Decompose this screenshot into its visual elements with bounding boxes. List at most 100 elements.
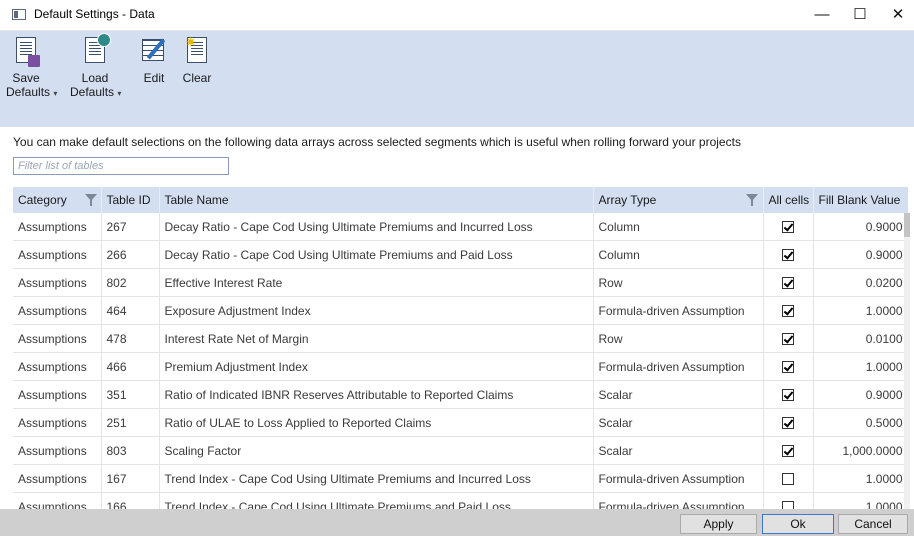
table-name-cell: Decay Ratio - Cape Cod Using Ultimate Pr… bbox=[159, 213, 594, 241]
all-cells-cell bbox=[763, 464, 814, 493]
table-id-cell: 266 bbox=[101, 240, 160, 269]
fill-blank-value-cell[interactable]: 0.5000 bbox=[813, 408, 908, 437]
all-cells-cell bbox=[763, 408, 814, 437]
table-name-cell: Ratio of ULAE to Loss Applied to Reporte… bbox=[159, 408, 594, 437]
all-cells-checkbox[interactable] bbox=[782, 305, 794, 318]
save-defaults-icon bbox=[12, 35, 40, 67]
table-name-cell: Ratio of Indicated IBNR Reserves Attribu… bbox=[159, 380, 594, 409]
apply-button[interactable]: Apply bbox=[680, 514, 757, 534]
category-filter-icon[interactable] bbox=[85, 194, 97, 206]
all-cells-checkbox[interactable] bbox=[782, 445, 794, 458]
column-header-all-cells[interactable]: All cells bbox=[763, 187, 814, 213]
table-row[interactable]: Assumptions 464 Exposure Adjustment Index F… bbox=[13, 296, 908, 325]
all-cells-cell bbox=[763, 352, 814, 381]
all-cells-cell bbox=[763, 492, 814, 509]
table-name-cell: Interest Rate Net of Margin bbox=[159, 324, 594, 353]
table-row[interactable]: Assumptions 166 Trend Index - Cape Cod Usi… bbox=[13, 492, 908, 509]
table-name-cell: Trend Index - Cape Cod Using Ultimate Pr… bbox=[159, 464, 594, 493]
table-row[interactable]: Assumptions 167 Trend Index - Cape Cod Usi… bbox=[13, 464, 908, 493]
column-header-table-id[interactable]: Table ID bbox=[101, 187, 160, 213]
fill-blank-value-cell[interactable]: 0.0200 bbox=[813, 268, 908, 297]
column-header-category[interactable]: Category bbox=[13, 187, 102, 213]
table-id-cell: 464 bbox=[101, 296, 160, 325]
app-window-icon bbox=[12, 9, 26, 20]
clear-label: Clear bbox=[182, 71, 212, 85]
category-header-label: Category bbox=[18, 193, 67, 207]
fill-blank-value-cell[interactable]: 1,000.0000 bbox=[813, 436, 908, 465]
table-id-cell: 267 bbox=[101, 213, 160, 241]
all-cells-cell bbox=[763, 268, 814, 297]
scrollbar-thumb[interactable] bbox=[904, 213, 910, 237]
save-dropdown-caret-icon[interactable]: ▾ bbox=[53, 89, 57, 98]
table-name-cell: Scaling Factor bbox=[159, 436, 594, 465]
fill-blank-value-cell[interactable]: 1.0000 bbox=[813, 296, 908, 325]
vertical-scrollbar[interactable] bbox=[904, 213, 910, 509]
fill-blank-value-cell[interactable]: 1.0000 bbox=[813, 352, 908, 381]
all-cells-checkbox[interactable] bbox=[782, 221, 794, 234]
clear-button[interactable]: ✷ Clear bbox=[180, 35, 214, 85]
table-id-cell: 466 bbox=[101, 352, 160, 381]
all-cells-checkbox[interactable] bbox=[782, 473, 794, 486]
clear-table-icon: ✷ bbox=[183, 35, 211, 67]
array-type-cell: Formula-driven Assumption bbox=[593, 492, 764, 509]
description-text: You can make default selections on the f… bbox=[13, 135, 741, 149]
column-header-array-type[interactable]: Array Type bbox=[593, 187, 764, 213]
table-row[interactable]: Assumptions 267 Decay Ratio - Cape Cod Usi… bbox=[13, 213, 908, 241]
table-row[interactable]: Assumptions 251 Ratio of ULAE to Loss Appl… bbox=[13, 408, 908, 437]
edit-label: Edit bbox=[143, 71, 165, 85]
table-id-cell: 166 bbox=[101, 492, 160, 509]
category-cell: Assumptions bbox=[13, 213, 102, 241]
table-row[interactable]: Assumptions 803 Scaling Factor Scalar 1,000.… bbox=[13, 436, 908, 465]
fill-blank-value-cell[interactable]: 0.9000 bbox=[813, 380, 908, 409]
fill-blank-value-cell[interactable]: 0.9000 bbox=[813, 213, 908, 241]
table-name-cell: Effective Interest Rate bbox=[159, 268, 594, 297]
array-type-cell: Scalar bbox=[593, 408, 764, 437]
edit-button[interactable]: Edit bbox=[138, 35, 170, 85]
load-defaults-button[interactable]: Load Defaults ▾ bbox=[70, 33, 121, 101]
filter-tables-input[interactable] bbox=[13, 157, 229, 175]
all-cells-checkbox[interactable] bbox=[782, 361, 794, 374]
fill-blank-value-cell[interactable]: 1.0000 bbox=[813, 492, 908, 509]
table-row[interactable]: Assumptions 351 Ratio of Indicated IBNR Re… bbox=[13, 380, 908, 409]
all-cells-cell bbox=[763, 324, 814, 353]
all-cells-cell bbox=[763, 436, 814, 465]
ok-button[interactable]: Ok bbox=[762, 514, 834, 534]
array-type-cell: Row bbox=[593, 324, 764, 353]
table-row[interactable]: Assumptions 802 Effective Interest Rate Row… bbox=[13, 268, 908, 297]
array-type-cell: Formula-driven Assumption bbox=[593, 352, 764, 381]
save-defaults-button[interactable]: Save Defaults ▾ bbox=[6, 35, 57, 101]
dialog-footer: Apply Ok Cancel bbox=[0, 509, 914, 536]
data-tables-grid: Category Table ID Table Name Array Type … bbox=[13, 187, 908, 509]
array-type-cell: Formula-driven Assumption bbox=[593, 464, 764, 493]
array-type-cell: Scalar bbox=[593, 380, 764, 409]
all-cells-checkbox[interactable] bbox=[782, 417, 794, 430]
load-defaults-icon bbox=[81, 33, 111, 67]
category-cell: Assumptions bbox=[13, 408, 102, 437]
category-cell: Assumptions bbox=[13, 352, 102, 381]
table-name-cell: Trend Index - Cape Cod Using Ultimate Pr… bbox=[159, 492, 594, 509]
column-header-fill-blank-value[interactable]: Fill Blank Value bbox=[813, 187, 908, 213]
cancel-button[interactable]: Cancel bbox=[838, 514, 908, 534]
grid-body: Assumptions 267 Decay Ratio - Cape Cod Usi… bbox=[13, 213, 908, 509]
all-cells-cell bbox=[763, 296, 814, 325]
category-cell: Assumptions bbox=[13, 464, 102, 493]
fill-blank-value-cell[interactable]: 0.9000 bbox=[813, 240, 908, 269]
table-row[interactable]: Assumptions 478 Interest Rate Net of Margi… bbox=[13, 324, 908, 353]
table-row[interactable]: Assumptions 266 Decay Ratio - Cape Cod Usi… bbox=[13, 240, 908, 269]
load-dropdown-caret-icon[interactable]: ▾ bbox=[117, 89, 121, 98]
table-id-cell: 478 bbox=[101, 324, 160, 353]
category-cell: Assumptions bbox=[13, 296, 102, 325]
column-header-table-name[interactable]: Table Name bbox=[159, 187, 594, 213]
table-row[interactable]: Assumptions 466 Premium Adjustment Index Fo… bbox=[13, 352, 908, 381]
all-cells-checkbox[interactable] bbox=[782, 333, 794, 346]
all-cells-checkbox[interactable] bbox=[782, 277, 794, 290]
close-button[interactable]: ✕ bbox=[876, 0, 914, 30]
category-cell: Assumptions bbox=[13, 436, 102, 465]
fill-blank-value-cell[interactable]: 0.0100 bbox=[813, 324, 908, 353]
all-cells-checkbox[interactable] bbox=[782, 389, 794, 402]
fill-blank-value-cell[interactable]: 1.0000 bbox=[813, 464, 908, 493]
all-cells-checkbox[interactable] bbox=[782, 249, 794, 262]
all-cells-checkbox[interactable] bbox=[782, 501, 794, 509]
category-cell: Assumptions bbox=[13, 492, 102, 509]
array-type-filter-icon[interactable] bbox=[745, 194, 758, 206]
